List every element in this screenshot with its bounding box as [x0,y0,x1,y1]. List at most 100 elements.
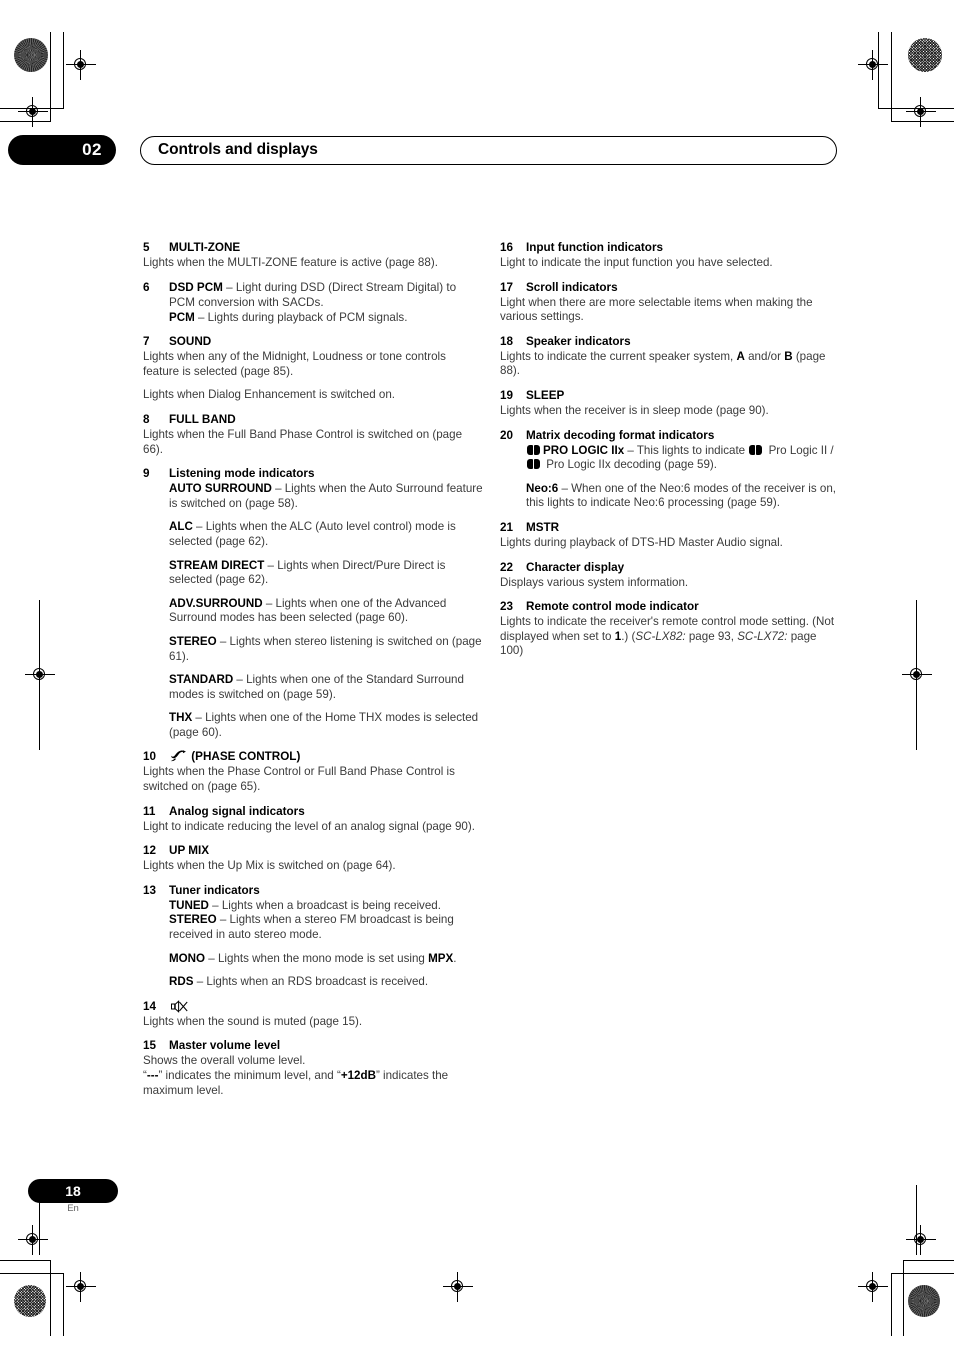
entry-number: 7 [143,335,150,349]
entry-heading: 13 Tuner indicators [143,883,485,898]
vol-max-label: +12dB [340,1069,376,1082]
entry-heading: 23 Remote control mode indicator [500,599,842,614]
entry-heading: 21 MSTR [500,520,842,535]
entry-up-mix: 12 UP MIX Lights when the Up Mix is swit… [143,843,485,874]
registration-mark [906,97,936,127]
entry-label: Input function indicators [526,241,663,254]
right-column: 16 Input function indicators Light to in… [500,240,842,668]
entry-body: Lights when the receiver is in sleep mod… [500,403,769,417]
subitem-term: PCM [169,310,195,324]
entry-number: 6 [143,280,150,294]
subitem-desc-c: Pro Logic IIx decoding (page 59). [543,458,718,472]
entry-number: 23 [500,600,514,614]
subitem-term: STREAM DIRECT [169,558,265,572]
page-title: Controls and displays [158,141,318,158]
page-number-tab: 18 [28,1179,118,1203]
entry-dsd-pcm: 6 DSD PCM – Light during DSD (Direct Str… [143,280,485,326]
entry-heading: 19 SLEEP [500,388,842,403]
dolby-double-d-icon [749,444,764,455]
subitem-term: STEREO [169,634,217,648]
entry-number: 15 [143,1039,157,1053]
entry-heading: 5 MULTI-ZONE [143,240,485,255]
entry-label: Tuner indicators [169,883,260,897]
entry-label: Scroll indicators [526,280,618,294]
entry-sound: 7 SOUND Lights when any of the Midnight,… [143,334,485,403]
halftone-circle [14,38,48,72]
model-ref-lx82: SC-LX82: [635,629,686,643]
entry-number: 18 [500,334,514,348]
subitem: AUTO SURROUND – Lights when the Auto Sur… [169,482,485,511]
entry-label: Speaker indicators [526,334,631,348]
entry-heading: 12 UP MIX [143,843,485,858]
entry-heading: 6 DSD PCM – Light during DSD (Direct Str… [143,280,485,310]
entry-listening-mode-indicators: 9 Listening mode indicators AUTO SURROUN… [143,466,485,740]
vol-min-label: --- [146,1069,159,1082]
entry-mstr: 21 MSTR Lights during playback of DTS-HD… [500,520,842,551]
entry-full-band: 8 FULL BAND Lights when the Full Band Ph… [143,412,485,457]
subitem-term: MONO [169,951,206,965]
entry-heading: 9 Listening mode indicators [143,466,485,481]
subitem: STEREO – Lights when a stereo FM broadca… [169,913,485,942]
entry-label: SLEEP [526,388,565,402]
entry-subitems: TUNED – Lights when a broadcast is being… [143,899,485,990]
entry-body: Light to indicate reducing the level of … [143,819,475,833]
remote-mid: .) ( [621,629,636,643]
entry-master-volume-level: 15 Master volume level Shows the overall… [143,1038,485,1098]
entry-heading: 8 FULL BAND [143,412,485,427]
crop-mark-line [903,1260,904,1336]
entry-number: 14 [143,999,157,1013]
entry-body: Lights when the MULTI-ZONE feature is ac… [143,256,438,269]
subitem-desc-a: – This lights to indicate [624,443,749,457]
subitem-desc: – Lights when stereo listening is switch… [169,634,482,663]
entry-body: Lights during playback of DTS-HD Master … [500,535,783,549]
entry-number: 9 [143,467,150,481]
model-ref-lx72: SC-LX72: [737,629,788,643]
subitem: PRO LOGIC IIx – This lights to indicate … [526,444,842,473]
entry-scroll-indicators: 17 Scroll indicators Light when there ar… [500,280,842,325]
entry-body: Displays various system information. [500,575,689,589]
subitem: RDS – Lights when an RDS broadcast is re… [169,975,485,990]
subitem-desc-b: Pro Logic II / [765,443,834,457]
entry-body: Shows the overall volume level. [143,1054,306,1068]
entry-heading: 15 Master volume level [143,1038,485,1053]
entry-label: UP MIX [169,844,210,858]
entry-body: Lights to indicate the receiver's remote… [500,615,842,659]
subitem: STEREO – Lights when stereo listening is… [169,635,485,664]
crop-mark-line [50,1260,51,1336]
entry-body: Lights when the Up Mix is switched on (p… [143,859,396,873]
entry-number: 20 [500,428,514,442]
entry-body: Light when there are more selectable ite… [500,295,813,324]
entry-number: 16 [500,241,514,254]
entry-character-display: 22 Character display Displays various sy… [500,560,842,591]
registration-mark [66,1272,96,1302]
entry-heading: 22 Character display [500,560,842,575]
entry-heading: 7 SOUND [143,334,485,349]
registration-mark [858,1272,888,1302]
entry-phase-control: 10 (PHASE CONTROL) Lights when the Phase… [143,749,485,794]
entry-label: MULTI-ZONE [169,241,241,254]
subitem-desc: – Lights during playback of PCM signals. [194,310,408,324]
subitem: MONO – Lights when the mono mode is set … [169,952,485,967]
entry-body-2: Lights when Dialog Enhancement is switch… [143,388,395,402]
crop-mark-line [63,1273,64,1336]
registration-mark [858,50,888,80]
registration-mark [66,50,96,80]
subitem: THX – Lights when one of the Home THX mo… [169,711,485,740]
entry-label: FULL BAND [169,412,236,426]
crop-mark-line [891,1273,892,1336]
subitem-term: Neo:6 [526,481,559,495]
entry-heading: 18 Speaker indicators [500,334,842,349]
registration-mark [18,1225,48,1255]
entry-body: Lights when the sound is muted (page 15)… [143,1014,363,1028]
entry-number: 5 [143,241,150,254]
subitem-desc: – Lights when an RDS broadcast is receiv… [193,975,429,989]
entry-body: Lights when the Phase Control or Full Ba… [143,765,455,794]
crop-mark-line [0,1273,64,1274]
entry-heading: 10 (PHASE CONTROL) [143,749,485,764]
entry-tuner-indicators: 13 Tuner indicators TUNED – Lights when … [143,883,485,990]
subitem-term: TUNED [169,898,209,912]
halftone-circle [908,38,942,72]
entry-heading: 14 [143,999,485,1014]
speaker-mid: and/or [744,349,785,363]
remote-mid-2: page 93, [685,629,738,643]
